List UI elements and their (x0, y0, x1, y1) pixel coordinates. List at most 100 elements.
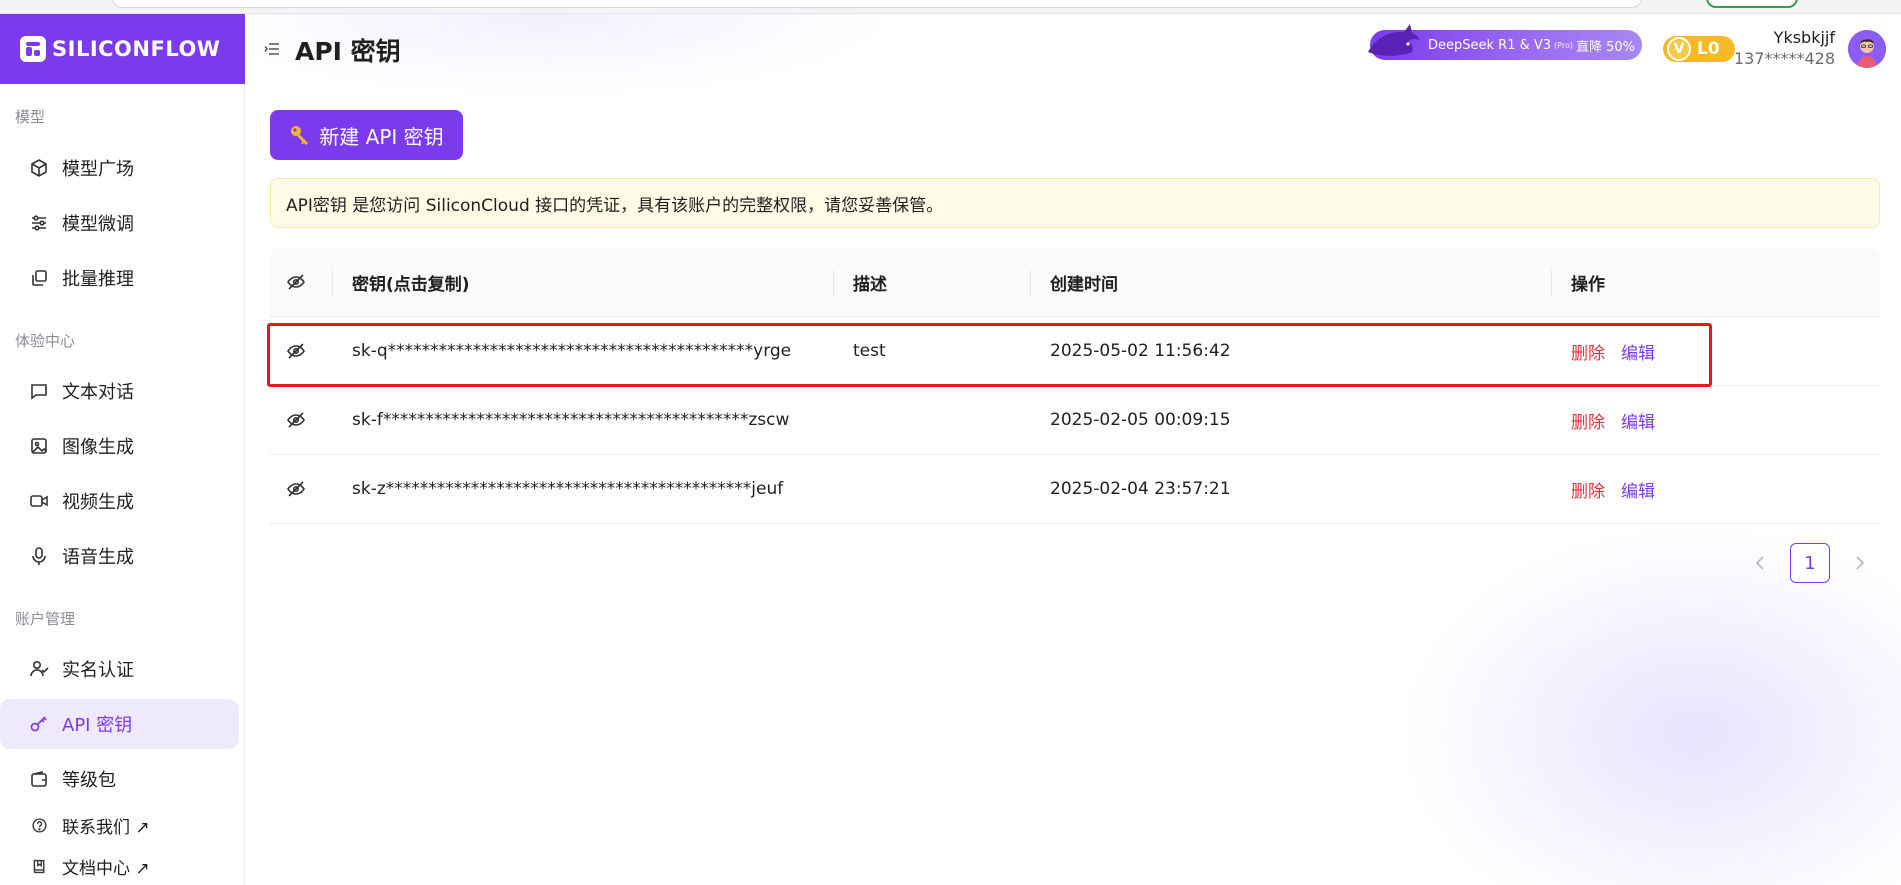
toggle-visibility-all[interactable] (286, 248, 316, 316)
sidebar-item-label: 模型广场 (62, 159, 134, 180)
level-text: L0 (1697, 39, 1720, 59)
sidebar-item-label: 实名认证 (62, 660, 134, 681)
pagination-page-current[interactable]: 1 (1790, 543, 1830, 583)
delete-button[interactable]: 删除 (1571, 477, 1605, 502)
sidebar-item-label: 等级包 (62, 770, 116, 791)
promo-prefix: DeepSeek R1 & V3 (1428, 37, 1552, 53)
delete-button[interactable]: 删除 (1571, 339, 1605, 364)
section-label-models: 模型 (15, 108, 46, 126)
promo-tag: (Pro) (1554, 40, 1573, 50)
header-separator (1030, 270, 1031, 296)
avatar-person-icon (1848, 30, 1886, 68)
deepseek-promo-banner[interactable]: DeepSeek R1 & V3 (Pro) 直降 50% (1368, 24, 1642, 60)
sidebar: SILICONFLOW 模型 模型广场 模型微调 批量推理 体验中心 文本对话 … (0, 14, 245, 885)
address-bar-edge[interactable] (112, 0, 1642, 8)
sidebar-item-fine-tune[interactable]: 模型微调 (0, 198, 239, 248)
image-icon (28, 435, 50, 457)
new-api-key-button[interactable]: 新建 API 密钥 (270, 110, 463, 160)
book-icon (28, 855, 50, 877)
key-emoji-icon (289, 124, 311, 146)
sidebar-item-label: 联系我们 ↗ (62, 817, 150, 838)
sidebar-item-image-gen[interactable]: 图像生成 (0, 421, 239, 471)
brand-name: SILICONFLOW (52, 37, 221, 61)
sliders-icon (28, 212, 50, 234)
header-separator (332, 270, 333, 296)
whale-icon (1368, 24, 1420, 56)
table-row: sk-q************************************… (270, 317, 1880, 386)
sidebar-item-voice-gen[interactable]: 语音生成 (0, 531, 239, 581)
delete-button[interactable]: 删除 (1571, 408, 1605, 433)
toggle-visibility[interactable] (286, 317, 316, 385)
sidebar-item-api-keys[interactable]: API 密钥 (0, 699, 239, 749)
sidebar-item-verification[interactable]: 实名认证 (0, 644, 239, 694)
api-key-created: 2025-02-04 23:57:21 (1050, 479, 1231, 499)
sidebar-item-label: 视频生成 (62, 492, 134, 513)
pagination-prev-icon[interactable] (1750, 553, 1770, 573)
top-header: API 密钥 DeepSeek R1 & V3 (Pro) 直降 50% V L… (245, 14, 1901, 84)
browser-top-strip (0, 0, 1901, 14)
cube-icon (28, 157, 50, 179)
mic-icon (28, 545, 50, 567)
copy-stack-icon (28, 267, 50, 289)
api-key-value[interactable]: sk-q************************************… (352, 317, 791, 385)
table-row: sk-z************************************… (270, 455, 1880, 524)
pagination-next-icon[interactable] (1850, 553, 1870, 573)
row-actions: 删除 编辑 (1571, 317, 1655, 385)
sidebar-item-label: 文本对话 (62, 382, 134, 403)
header-separator (833, 270, 834, 296)
new-api-key-label: 新建 API 密钥 (319, 124, 444, 149)
header-separator (1551, 270, 1552, 296)
sidebar-item-text-chat[interactable]: 文本对话 (0, 366, 239, 416)
sidebar-item-docs[interactable]: 文档中心 ↗ (0, 848, 239, 884)
sidebar-item-label: 语音生成 (62, 547, 134, 568)
promo-suffix: 直降 50% (1575, 39, 1636, 55)
key-icon (28, 713, 50, 735)
row-actions: 删除 编辑 (1571, 386, 1655, 454)
username: Yksbkjjf (1773, 28, 1835, 47)
toggle-visibility[interactable] (286, 386, 316, 454)
notice-text: API密钥 是您访问 SiliconCloud 接口的凭证，具有该账户的完整权限… (286, 195, 944, 216)
wallet-icon (28, 768, 50, 790)
api-key-value[interactable]: sk-z************************************… (352, 455, 783, 523)
api-key-desc: test (853, 341, 886, 361)
edit-button[interactable]: 编辑 (1621, 339, 1655, 364)
sidebar-item-contact-us[interactable]: 联系我们 ↗ (0, 807, 239, 843)
browser-pill-button[interactable] (1706, 0, 1798, 8)
sidebar-item-label: 图像生成 (62, 437, 134, 458)
user-phone: 137*****428 (1733, 49, 1835, 68)
sidebar-item-batch-inference[interactable]: 批量推理 (0, 253, 239, 303)
sidebar-item-video-gen[interactable]: 视频生成 (0, 476, 239, 526)
avatar[interactable] (1848, 30, 1886, 68)
header-desc: 描述 (853, 274, 887, 295)
siliconflow-logo-icon (20, 36, 46, 62)
section-label-playground: 体验中心 (15, 332, 76, 350)
logo-bar[interactable]: SILICONFLOW (0, 14, 245, 84)
sidebar-item-label: 批量推理 (62, 269, 134, 290)
eye-off-icon (287, 274, 305, 290)
eye-off-icon (287, 343, 305, 359)
edit-button[interactable]: 编辑 (1621, 477, 1655, 502)
table-row: sk-f************************************… (270, 386, 1880, 455)
sidebar-item-level-pack[interactable]: 等级包 (0, 754, 239, 804)
section-label-account: 账户管理 (15, 610, 76, 628)
header-ops: 操作 (1571, 274, 1605, 295)
sidebar-item-model-square[interactable]: 模型广场 (0, 143, 239, 193)
security-notice: API密钥 是您访问 SiliconCloud 接口的凭证，具有该账户的完整权限… (270, 178, 1880, 228)
row-actions: 删除 编辑 (1571, 455, 1655, 523)
eye-off-icon (287, 481, 305, 497)
api-key-created: 2025-05-02 11:56:42 (1050, 341, 1231, 361)
edit-button[interactable]: 编辑 (1621, 408, 1655, 433)
sidebar-item-label: 文档中心 ↗ (62, 858, 150, 879)
chat-icon (28, 380, 50, 402)
menu-collapse-icon[interactable] (263, 40, 281, 58)
header-created: 创建时间 (1050, 274, 1118, 295)
page-title: API 密钥 (295, 37, 401, 66)
api-key-value[interactable]: sk-f************************************… (352, 386, 789, 454)
user-check-icon (28, 658, 50, 680)
api-key-created: 2025-02-05 00:09:15 (1050, 410, 1231, 430)
header-key: 密钥(点击复制) (352, 274, 470, 295)
eye-off-icon (287, 412, 305, 428)
video-icon (28, 490, 50, 512)
api-key-table: 密钥(点击复制) 描述 创建时间 操作 sk-q****************… (270, 248, 1880, 524)
toggle-visibility[interactable] (286, 455, 316, 523)
